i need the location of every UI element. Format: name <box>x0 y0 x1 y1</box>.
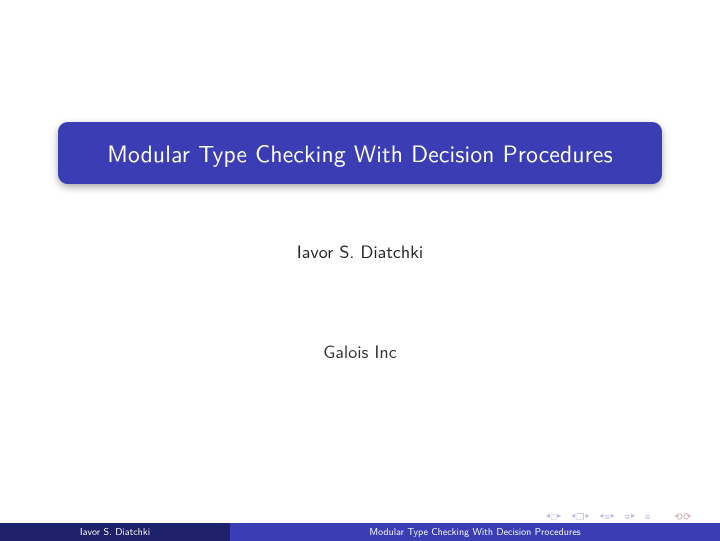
institute-name: Galois Inc <box>0 337 720 364</box>
presentation-title: Modular Type Checking With Decision Proc… <box>107 136 613 170</box>
nav-next-slide-icon[interactable]: ≡▸ <box>625 510 635 523</box>
nav-goto-icon[interactable]: ≡ <box>645 510 650 523</box>
footer: ◂□▸ ◂❐▸ ◂≡▸ ≡▸ ≡ ⟲⟳ Iavor S. Diatchki Mo… <box>0 509 720 541</box>
nav-prev-frame-icon[interactable]: ◂❐▸ <box>571 510 589 523</box>
title-block: Modular Type Checking With Decision Proc… <box>58 122 662 184</box>
nav-controls: ◂□▸ ◂❐▸ ◂≡▸ ≡▸ ≡ ⟲⟳ <box>0 509 720 523</box>
footer-author: Iavor S. Diatchki <box>0 523 230 541</box>
slide: Modular Type Checking With Decision Proc… <box>0 0 720 541</box>
author-name: Iavor S. Diatchki <box>0 237 720 264</box>
nav-undo-redo-icon[interactable]: ⟲⟳ <box>674 509 692 524</box>
nav-next-frame-icon[interactable]: ◂≡▸ <box>599 510 614 523</box>
footbar: Iavor S. Diatchki Modular Type Checking … <box>0 523 720 541</box>
nav-prev-slide-icon[interactable]: ◂□▸ <box>546 510 561 523</box>
footer-title: Modular Type Checking With Decision Proc… <box>230 523 720 541</box>
